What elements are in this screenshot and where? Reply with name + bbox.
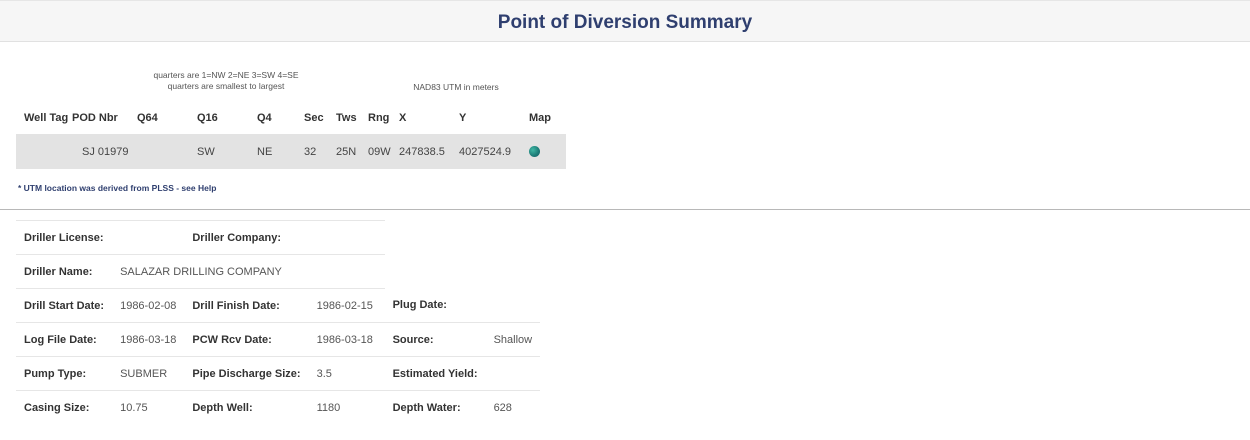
driller-company-value: [308, 220, 385, 255]
driller-company-label: Driller Company:: [184, 220, 309, 255]
table-row: SJ 01979 SW NE 32 25N 09W 247838.5 40275…: [16, 134, 566, 169]
col-header-rng: Rng: [368, 112, 390, 124]
col-header-map: Map: [529, 112, 551, 124]
col-header-well-tag: Well Tag: [24, 112, 69, 124]
driller-license-label: Driller License:: [16, 220, 113, 255]
col-header-q64: Q64: [137, 112, 158, 124]
col-header-q4: Q4: [257, 112, 272, 124]
details-row-log: Log File Date: 1986-03-18 PCW Rcv Date: …: [16, 322, 541, 357]
cell-q4: NE: [257, 134, 304, 169]
plug-date-label: Plug Date:: [384, 288, 486, 323]
col-header-pod-nbr: POD Nbr: [72, 112, 118, 124]
estimated-yield-value: [485, 356, 541, 391]
pipe-discharge-size-label: Pipe Discharge Size:: [184, 356, 309, 391]
pcw-rcv-date-label: PCW Rcv Date:: [184, 322, 309, 357]
quarters-note-line1: quarters are 1=NW 2=NE 3=SW 4=SE: [153, 70, 299, 80]
depth-well-value: 1180: [316, 401, 341, 414]
col-header-tws: Tws: [336, 112, 357, 124]
driller-name-label: Driller Name:: [16, 254, 113, 289]
log-file-date-value: 1986-03-18: [112, 322, 185, 357]
depth-water-label: Depth Water:: [392, 401, 461, 414]
utm-footnote-text: * UTM location was derived from PLSS -: [18, 183, 182, 193]
utm-footnote: * UTM location was derived from PLSS - s…: [18, 183, 216, 193]
cell-rng: 09W: [368, 134, 399, 169]
pump-type-label: Pump Type:: [16, 356, 113, 391]
driller-name-value: SALAZAR DRILLING COMPANY: [112, 254, 385, 289]
drill-finish-label: Drill Finish Date:: [184, 288, 309, 323]
cell-tws: 25N: [336, 134, 368, 169]
page-title: Point of Diversion Summary: [497, 12, 753, 33]
page-header: Point of Diversion Summary: [0, 0, 1250, 42]
pod-table: Well Tag POD Nbr Q64 Q16 Q4 Sec Tws Rng …: [16, 102, 566, 169]
cell-well-tag: [16, 134, 72, 169]
details-row-pump: Pump Type: SUBMER Pipe Discharge Size: 3…: [16, 356, 541, 391]
estimated-yield-label: Estimated Yield:: [384, 356, 486, 391]
cell-sec: 32: [304, 134, 336, 169]
quarters-note-line2: quarters are smallest to largest: [167, 81, 285, 91]
plug-date-value: [485, 288, 541, 323]
details-row-casing: Casing Size: 10.75 Depth Well: 1180 Dept…: [16, 391, 540, 425]
col-header-y: Y: [459, 112, 467, 124]
log-file-date-label: Log File Date:: [16, 322, 113, 357]
well-details-table: Driller License: Driller Company: Drille…: [16, 220, 541, 425]
utm-note: NAD83 UTM in meters: [413, 82, 499, 92]
col-header-q16: Q16: [197, 112, 218, 124]
depth-well-label: Depth Well:: [192, 401, 253, 414]
pump-type-value: SUBMER: [112, 356, 185, 391]
pcw-rcv-date-value: 1986-03-18: [308, 322, 385, 357]
drill-finish-value: 1986-02-15: [308, 288, 385, 323]
pod-table-header-row: Well Tag POD Nbr Q64 Q16 Q4 Sec Tws Rng …: [16, 102, 566, 134]
cell-q64: [137, 134, 197, 169]
cell-x: 247838.5: [399, 134, 459, 169]
casing-size-value: 10.75: [120, 401, 148, 414]
section-divider: [0, 209, 1250, 210]
col-header-x: X: [399, 112, 407, 124]
cell-pod-nbr: SJ 01979: [72, 134, 137, 169]
source-value: Shallow: [485, 322, 541, 357]
drill-start-value: 1986-02-08: [112, 288, 185, 323]
quarters-note: quarters are 1=NW 2=NE 3=SW 4=SE quarter…: [116, 70, 336, 92]
pipe-discharge-size-value: 3.5: [308, 356, 385, 391]
source-label: Source:: [384, 322, 486, 357]
driller-license-value: [112, 220, 185, 255]
drill-start-label: Drill Start Date:: [16, 288, 113, 323]
cell-y: 4027524.9: [459, 134, 529, 169]
depth-water-value: 628: [493, 401, 512, 414]
see-help-link[interactable]: see Help: [181, 183, 216, 193]
cell-q16: SW: [197, 134, 257, 169]
casing-size-label: Casing Size:: [24, 401, 90, 414]
globe-icon[interactable]: [529, 146, 540, 158]
col-header-sec: Sec: [304, 112, 324, 124]
details-row-drill-dates: Drill Start Date: 1986-02-08 Drill Finis…: [16, 288, 541, 323]
details-row-license: Driller License: Driller Company:: [16, 220, 540, 255]
details-row-name: Driller Name: SALAZAR DRILLING COMPANY: [16, 254, 540, 289]
cell-map: [529, 134, 566, 169]
